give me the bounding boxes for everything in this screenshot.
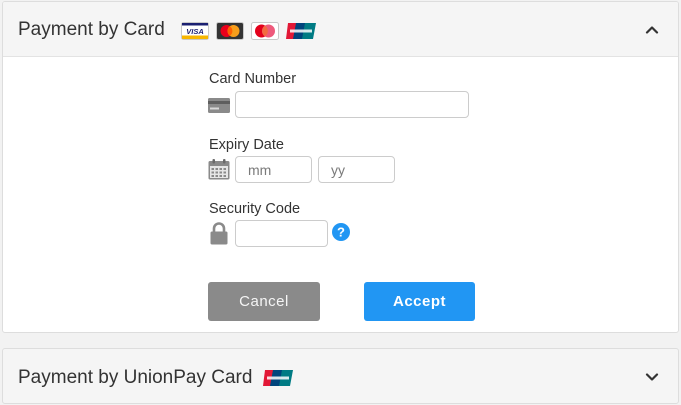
unionpay-panel-title: Payment by UnionPay Card xyxy=(18,367,253,388)
maestro-logo xyxy=(251,22,279,40)
card-number-input[interactable] xyxy=(235,91,469,118)
security-code-label: Security Code xyxy=(209,201,301,217)
lock-icon xyxy=(210,222,228,245)
card-number-label: Card Number xyxy=(209,71,297,87)
mastercard-logo xyxy=(216,22,244,40)
expiry-month-input[interactable] xyxy=(235,156,312,183)
cancel-button[interactable]: Cancel xyxy=(208,282,320,321)
collapse-button[interactable] xyxy=(642,19,662,39)
credit-card-icon xyxy=(208,98,230,113)
svg-text:VISA: VISA xyxy=(186,27,204,36)
expiry-year-input[interactable] xyxy=(318,156,395,183)
unionpay-payment-panel[interactable]: Payment by UnionPay Card xyxy=(2,348,679,404)
visa-logo: VISA xyxy=(181,22,209,40)
expand-button[interactable] xyxy=(642,367,662,387)
unionpay-logo xyxy=(286,23,316,39)
card-panel-title: Payment by Card xyxy=(18,19,165,40)
calendar-icon xyxy=(208,159,230,180)
chevron-up-icon xyxy=(645,25,659,34)
svg-text:?: ? xyxy=(337,225,345,240)
card-panel-header[interactable]: Payment by Card VISA xyxy=(3,2,678,57)
unionpay-logo xyxy=(263,370,293,386)
question-circle-icon[interactable]: ? xyxy=(332,223,350,241)
expiry-date-label: Expiry Date xyxy=(209,137,284,153)
card-payment-panel: Payment by Card VISA Card Number Expiry … xyxy=(2,1,679,333)
accept-button[interactable]: Accept xyxy=(364,282,475,321)
security-code-input[interactable] xyxy=(235,220,328,247)
chevron-down-icon xyxy=(645,372,659,381)
payment-page: Payment by Card VISA Card Number Expiry … xyxy=(0,0,681,405)
